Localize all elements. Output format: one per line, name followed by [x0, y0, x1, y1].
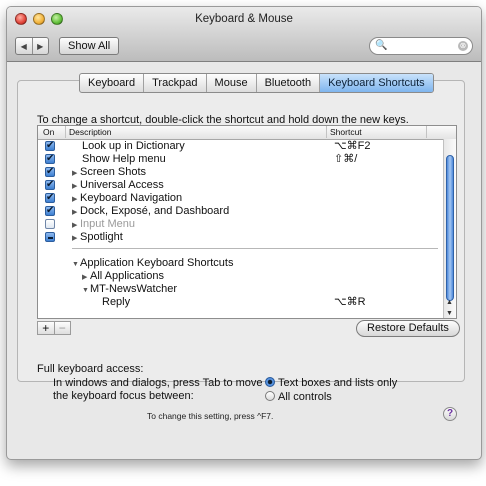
enable-checkbox[interactable]: [45, 139, 55, 152]
table-row[interactable]: ▶ Spotlight: [38, 231, 443, 244]
disclosure-collapsed-icon[interactable]: ▶: [72, 232, 80, 245]
row-shortcut[interactable]: ⌥⌘F2: [334, 140, 371, 153]
tab-bluetooth[interactable]: Bluetooth: [257, 74, 321, 92]
restore-defaults-button[interactable]: Restore Defaults: [356, 320, 460, 337]
column-header-shortcut[interactable]: Shortcut: [326, 126, 362, 138]
table-row[interactable]: Show Help menu ⇧⌘/: [38, 152, 443, 166]
radio-all-controls[interactable]: All controls: [265, 391, 332, 403]
show-all-button[interactable]: Show All: [59, 37, 120, 55]
table-row[interactable]: Look up in Dictionary ⌥⌘F2: [38, 139, 443, 153]
column-header-extra: [426, 126, 428, 138]
row-label: Screen Shots: [80, 166, 147, 178]
full-keyboard-access-heading: Full keyboard access:: [37, 363, 144, 375]
table-row[interactable]: ▶Universal Access: [38, 178, 443, 193]
tab-trackpad[interactable]: Trackpad: [144, 74, 207, 92]
enable-checkbox[interactable]: [45, 219, 55, 229]
scrollbar-thumb[interactable]: [446, 155, 454, 301]
window-title: Keyboard & Mouse: [195, 13, 293, 25]
forward-button[interactable]: ▶: [31, 38, 49, 54]
row-label: Spotlight: [80, 231, 123, 243]
table-header: On Description Shortcut: [38, 126, 456, 140]
row-shortcut[interactable]: ⌥⌘R: [334, 296, 366, 309]
table-row[interactable]: Reply ⌥⌘R: [38, 296, 443, 309]
column-header-description[interactable]: Description: [65, 126, 112, 138]
radio-indicator[interactable]: [265, 391, 275, 401]
enable-checkbox[interactable]: [45, 165, 55, 178]
row-description: ▶ Spotlight: [72, 231, 123, 245]
search-field[interactable]: 🔍 ⊗: [369, 37, 473, 55]
preferences-window: Keyboard & Mouse ◀ ▶ Show All 🔍 ⊗ Keyboa…: [6, 6, 482, 460]
shortcuts-table: On Description Shortcut Look up in Dicti…: [37, 125, 457, 319]
scroll-up-arrow[interactable]: ▲: [446, 299, 453, 306]
enable-checkbox[interactable]: [45, 152, 55, 165]
row-description: ▶ Screen Shots: [72, 166, 146, 180]
add-remove-buttons: + −: [37, 321, 71, 335]
title-bar: Keyboard & Mouse ◀ ▶ Show All 🔍 ⊗: [7, 7, 481, 62]
row-description: Look up in Dictionary: [82, 140, 185, 153]
clear-search-icon[interactable]: ⊗: [458, 41, 468, 51]
add-shortcut-button[interactable]: +: [38, 322, 54, 334]
radio-label: All controls: [278, 391, 332, 403]
radio-text-boxes-and-lists[interactable]: Text boxes and lists only: [265, 377, 397, 389]
row-description: Reply: [102, 296, 130, 309]
table-row[interactable]: ▼MT-NewsWatcher: [38, 283, 443, 296]
remove-shortcut-button[interactable]: −: [53, 322, 71, 334]
search-icon: 🔍: [375, 40, 388, 51]
enable-checkbox[interactable]: [45, 191, 55, 204]
row-description: ▶ Keyboard Navigation: [72, 192, 182, 206]
row-description: ▼MT-NewsWatcher: [82, 283, 177, 297]
row-label: Look up in Dictionary: [82, 140, 185, 152]
table-row[interactable]: ▶ Input Menu: [38, 218, 443, 231]
row-label: Keyboard Navigation: [80, 192, 183, 204]
table-row[interactable]: ▶Screen Shots: [38, 165, 443, 180]
row-description: ▶ Universal Access: [72, 179, 164, 193]
vertical-scrollbar[interactable]: ▲ ▼: [443, 139, 456, 318]
table-row[interactable]: ▶ All Applications: [38, 270, 443, 283]
scroll-down-arrow[interactable]: ▼: [446, 310, 453, 317]
table-row[interactable]: ▶Keyboard Navigation: [38, 191, 443, 206]
enable-checkbox[interactable]: [45, 178, 55, 191]
row-label: Universal Access: [80, 179, 164, 191]
row-label: Input Menu: [80, 218, 136, 230]
tab-bar: Keyboard Trackpad Mouse Bluetooth Keyboa…: [79, 73, 434, 93]
tab-mouse[interactable]: Mouse: [207, 74, 257, 92]
back-button[interactable]: ◀: [16, 38, 32, 54]
row-label: MT-NewsWatcher: [90, 283, 177, 295]
row-description: ▼Application Keyboard Shortcuts: [72, 257, 233, 271]
row-label: Application Keyboard Shortcuts: [80, 257, 234, 269]
keyboard-access-hint: To change this setting, press ^F7.: [147, 411, 274, 421]
row-label: All Applications: [90, 270, 164, 282]
enable-checkbox[interactable]: [45, 204, 55, 217]
row-label: Reply: [102, 296, 131, 308]
table-separator: [72, 248, 438, 249]
column-header-on[interactable]: On: [43, 127, 54, 137]
row-description: ▶ Input Menu: [72, 218, 135, 232]
help-button[interactable]: ?: [443, 407, 457, 421]
radio-indicator-selected[interactable]: [265, 377, 275, 387]
radio-label: Text boxes and lists only: [278, 377, 398, 389]
row-label: Dock, Exposé, and Dashboard: [80, 205, 230, 217]
full-keyboard-access-description: In windows and dialogs, press Tab to mov…: [53, 377, 263, 402]
tab-keyboard[interactable]: Keyboard: [80, 74, 145, 92]
row-shortcut[interactable]: ⇧⌘/: [334, 153, 357, 166]
table-row[interactable]: ▼Application Keyboard Shortcuts: [38, 257, 443, 270]
navigation-buttons: ◀ ▶: [15, 37, 49, 55]
tab-keyboard-shortcuts[interactable]: Keyboard Shortcuts: [320, 74, 433, 92]
row-description: ▶ Dock, Exposé, and Dashboard: [72, 205, 229, 219]
row-description: ▶ All Applications: [82, 270, 164, 284]
enable-checkbox[interactable]: [45, 232, 55, 242]
row-description: Show Help menu: [82, 153, 166, 166]
table-row[interactable]: ▶Dock, Exposé, and Dashboard: [38, 204, 443, 219]
row-label: Show Help menu: [82, 153, 166, 165]
